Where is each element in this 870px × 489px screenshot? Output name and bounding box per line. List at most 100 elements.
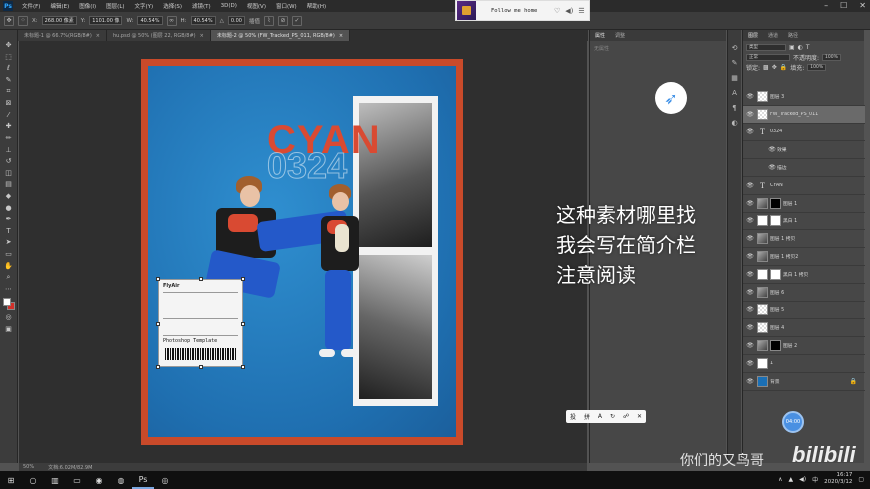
visibility-eye-icon[interactable]: 👁	[745, 324, 755, 331]
minimize-icon[interactable]: –	[824, 1, 828, 10]
floating-close-icon[interactable]: ✕	[637, 413, 642, 420]
quick-select-tool-icon[interactable]: ✎	[3, 75, 15, 86]
tab-close-icon[interactable]: ×	[339, 33, 343, 39]
visibility-eye-icon[interactable]: 👁	[745, 306, 755, 313]
zoom-tool-icon[interactable]: ⌕	[3, 272, 15, 283]
ticket-layer[interactable]: FlyAir Photoshop Template	[156, 277, 245, 369]
layer-row[interactable]: 👁 图层 2	[743, 337, 865, 355]
pen-tool-icon[interactable]: ✒	[3, 214, 15, 225]
y-input[interactable]: 1101.00 像	[89, 16, 123, 25]
foreground-color[interactable]	[2, 298, 11, 307]
dodge-tool-icon[interactable]: ●	[3, 202, 15, 213]
menu-3d[interactable]: 3D(D)	[216, 3, 242, 9]
blend-mode-select[interactable]: 正常	[746, 53, 790, 61]
menu-image[interactable]: 图像(I)	[74, 2, 101, 10]
fill-input[interactable]: 100%	[807, 63, 827, 71]
layer-row[interactable]: 👁 图层 5	[743, 302, 865, 320]
tab-close-icon[interactable]: ×	[96, 33, 100, 39]
floating-tool-3[interactable]: A	[598, 413, 602, 420]
lock-all-icon[interactable]: 🔒	[780, 64, 787, 71]
filter-image-icon[interactable]: ▣	[789, 44, 795, 51]
transform-handle[interactable]	[199, 365, 203, 369]
visibility-eye-icon[interactable]: 👁	[745, 128, 755, 135]
layer-row[interactable]: 👁 1	[743, 355, 865, 373]
layer-mask[interactable]	[770, 215, 781, 227]
warp-icon[interactable]: ⌇	[264, 15, 275, 26]
visibility-eye-icon[interactable]: 👁	[745, 289, 755, 296]
layer-effects-row[interactable]: 👁 效果	[743, 141, 865, 160]
notification-icon[interactable]: ▢	[858, 476, 864, 483]
width-input[interactable]: 40.54%	[137, 16, 163, 25]
visibility-eye-icon[interactable]: 👁	[745, 200, 755, 207]
visibility-eye-icon[interactable]: 👁	[745, 253, 755, 260]
file-explorer-icon[interactable]: ▭	[66, 471, 88, 489]
interpolation-label[interactable]: 插值	[249, 17, 260, 25]
layer-row[interactable]: 👁 T 0324	[743, 124, 865, 142]
shape-tool-icon[interactable]: ▭	[3, 249, 15, 260]
layer-mask[interactable]	[770, 268, 781, 280]
layer-row-background[interactable]: 👁 背景 🔒	[743, 373, 865, 391]
x-input[interactable]: 268.00 像素	[41, 16, 77, 25]
history-icon[interactable]: ⟲	[732, 44, 738, 52]
visibility-eye-icon[interactable]: 👁	[745, 217, 755, 224]
move-tool-preset-icon[interactable]: ✥	[4, 15, 14, 26]
menu-edit[interactable]: 编辑(E)	[45, 2, 74, 10]
ime-icon[interactable]: 中	[812, 475, 818, 484]
zoom-level[interactable]: 50%	[23, 464, 34, 470]
filter-type-icon[interactable]: T	[806, 44, 810, 51]
poster-document[interactable]: CYAN 0324	[141, 59, 463, 445]
tray-expand-icon[interactable]: ∧	[778, 476, 782, 483]
tab-layers[interactable]: 图层	[743, 32, 763, 39]
healing-tool-icon[interactable]: ✚	[3, 121, 15, 132]
layer-row[interactable]: 👁 图层 6	[743, 284, 865, 302]
tab-untitled-2[interactable]: 未标题-2 @ 50% (FW_Tracked_PS_011, RGB/8#) ×	[210, 30, 351, 41]
eraser-tool-icon[interactable]: ◫	[3, 168, 15, 179]
chrome-icon[interactable]: ◉	[88, 471, 110, 489]
adjust-icon[interactable]: ◐	[731, 119, 737, 127]
menu-file[interactable]: 文件(F)	[17, 2, 45, 10]
check-icon[interactable]: ✓	[292, 15, 303, 26]
visibility-eye-icon[interactable]: 👁	[745, 182, 755, 189]
more-tools-icon[interactable]: ⋯	[3, 283, 15, 294]
maximize-icon[interactable]: ☐	[840, 1, 847, 10]
tab-channels[interactable]: 通道	[763, 32, 783, 39]
screen-mode-icon[interactable]: ▣	[3, 324, 15, 335]
menu-window[interactable]: 窗口(W)	[271, 2, 302, 10]
visibility-eye-icon[interactable]: 👁	[767, 164, 777, 171]
floating-tool-5[interactable]: ☍	[623, 413, 629, 420]
menu-help[interactable]: 帮助(H)	[302, 2, 331, 10]
close-icon[interactable]: ✕	[859, 1, 866, 10]
hand-tool-icon[interactable]: ✋	[3, 260, 15, 271]
volume-icon[interactable]: ◀)	[565, 7, 573, 15]
floating-tool-1[interactable]: 投	[570, 412, 576, 421]
type-tool-icon[interactable]: T	[3, 226, 15, 237]
swatches-icon[interactable]: ▦	[731, 74, 738, 82]
layer-row-selected[interactable]: 👁 FW_Tracked_PS_011	[743, 105, 865, 124]
lyrics-icon[interactable]: ☰	[578, 7, 584, 15]
height-input[interactable]: 40.54%	[190, 16, 216, 25]
visibility-eye-icon[interactable]: 👁	[745, 93, 755, 100]
tab-untitled-1[interactable]: 未标题-1 @ 66.7%(RGB/8#) ×	[18, 30, 107, 41]
character-icon[interactable]: A	[732, 89, 737, 97]
paragraph-icon[interactable]: ¶	[732, 104, 736, 112]
menu-filter[interactable]: 滤镜(T)	[187, 2, 216, 10]
lock-position-icon[interactable]: ✥	[772, 64, 777, 71]
network-icon[interactable]: ▲	[789, 476, 794, 483]
link-icon[interactable]: ∞	[166, 15, 177, 26]
floating-tool-4[interactable]: ↻	[610, 413, 615, 420]
task-view-icon[interactable]: ▥	[44, 471, 66, 489]
tab-hu-psd[interactable]: hu.psd @ 50% (图层 22, RGB/8#) ×	[107, 30, 211, 41]
menu-view[interactable]: 视图(V)	[242, 2, 271, 10]
transform-handle[interactable]	[156, 322, 160, 326]
layer-mask[interactable]	[770, 197, 781, 209]
visibility-eye-icon[interactable]: 👁	[745, 271, 755, 278]
transform-handle[interactable]	[241, 322, 245, 326]
browser-icon[interactable]: ◎	[154, 471, 176, 489]
visibility-eye-icon[interactable]: 👁	[745, 360, 755, 367]
gradient-tool-icon[interactable]: ▤	[3, 179, 15, 190]
angle-input[interactable]: 0.00	[227, 16, 245, 25]
lasso-tool-icon[interactable]: ℓ	[3, 63, 15, 74]
layer-row[interactable]: 👁 黑白 1	[743, 213, 865, 231]
layer-row[interactable]: 👁 黑白 1 拷贝	[743, 266, 865, 284]
history-brush-icon[interactable]: ↺	[3, 156, 15, 167]
